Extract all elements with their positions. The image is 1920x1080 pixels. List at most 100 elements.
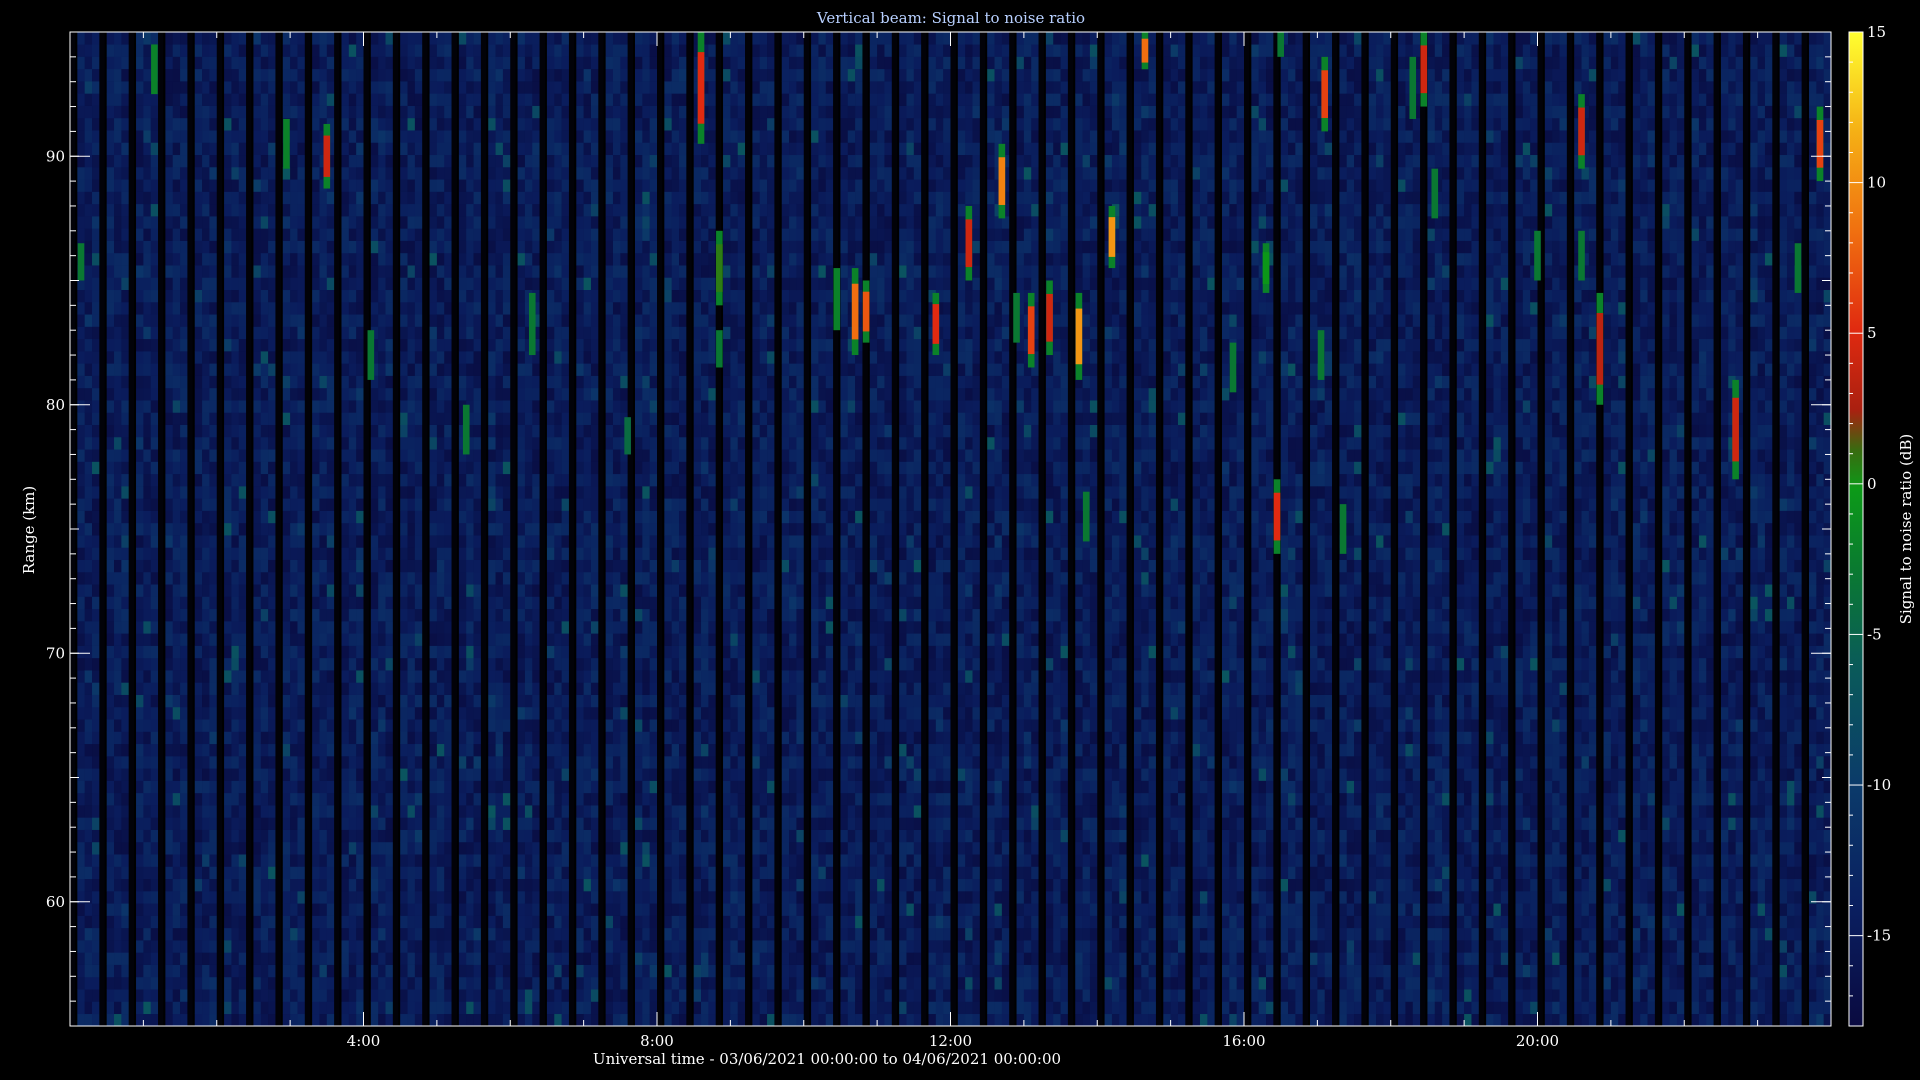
noise-cell — [400, 891, 408, 904]
noise-cell — [502, 105, 511, 119]
noise-cell — [400, 412, 408, 425]
noise-cell — [165, 854, 174, 867]
noise-cell — [642, 338, 650, 352]
noise-cell — [231, 510, 240, 524]
noise-cell — [414, 449, 423, 462]
noise-cell — [268, 32, 276, 45]
noise-cell — [517, 56, 526, 70]
noise-cell — [642, 203, 650, 217]
noise-cell — [495, 792, 504, 806]
noise-cell — [532, 473, 540, 487]
noise-cell — [517, 805, 526, 818]
noise-cell — [436, 608, 445, 622]
noise-cell — [77, 559, 85, 573]
noise-cell — [620, 866, 628, 880]
noise-cell — [605, 571, 614, 585]
noise-cell — [590, 1013, 599, 1027]
noise-cell — [172, 510, 181, 524]
noise-cell — [150, 486, 159, 499]
noise-cell — [488, 32, 496, 45]
noise-cell — [612, 68, 621, 82]
noise-cell — [326, 301, 335, 315]
noise-cell — [473, 510, 482, 524]
noise-cell — [649, 436, 658, 450]
noise-cell — [495, 473, 504, 487]
noise-cell — [532, 424, 540, 438]
noise-cell — [341, 130, 350, 143]
noise-cell — [605, 203, 614, 217]
noise-cell — [348, 81, 357, 94]
noise-cell — [407, 670, 416, 683]
noise-cell — [649, 1013, 658, 1027]
noise-cell — [385, 731, 394, 745]
noise-cell — [576, 117, 584, 131]
noise-cell — [488, 142, 496, 156]
noise-cell — [326, 240, 335, 254]
noise-cell — [356, 68, 364, 82]
noise-cell — [378, 44, 386, 57]
noise-cell — [502, 854, 511, 867]
noise-cell — [407, 559, 416, 573]
noise-cell — [194, 277, 203, 291]
noise-cell — [238, 473, 247, 487]
noise-cell — [502, 645, 511, 659]
noise-cell — [605, 424, 614, 438]
noise-cell — [282, 952, 291, 965]
noise-cell — [370, 44, 379, 57]
noise-cell — [502, 903, 511, 916]
noise-cell — [326, 841, 335, 855]
noise-cell — [312, 400, 320, 413]
noise-cell — [209, 608, 218, 622]
noise-cell — [407, 854, 416, 867]
noise-cell — [84, 142, 93, 156]
noise-cell — [253, 351, 262, 364]
noise-cell — [136, 596, 144, 610]
noise-cell — [407, 265, 416, 278]
noise-cell — [378, 265, 386, 278]
noise-cell — [312, 142, 320, 156]
noise-cell — [231, 829, 240, 843]
noise-cell — [488, 93, 496, 106]
noise-cell — [231, 633, 240, 646]
noise-cell — [297, 117, 306, 131]
noise-cell — [77, 228, 85, 241]
noise-cell — [282, 277, 291, 291]
noise-cell — [400, 510, 408, 524]
noise-cell — [612, 93, 621, 106]
noise-cell — [429, 829, 438, 843]
noise-cell — [517, 117, 526, 131]
noise-cell — [554, 817, 562, 830]
noise-cell — [385, 522, 394, 536]
noise-cell — [554, 682, 562, 695]
noise-cell — [348, 56, 357, 70]
noise-cell — [502, 32, 511, 45]
noise-cell — [634, 670, 643, 683]
noise-cell — [348, 179, 357, 192]
noise-cell — [282, 670, 291, 683]
noise-cell — [495, 142, 504, 156]
noise-cell — [436, 473, 445, 487]
noise-cell — [268, 559, 276, 573]
noise-cell — [121, 989, 129, 1002]
noise-cell — [532, 81, 540, 94]
noise-cell — [77, 44, 85, 57]
noise-cell — [172, 719, 181, 732]
noise-cell — [319, 338, 328, 352]
noise-cell — [649, 964, 658, 978]
noise-cell — [209, 301, 218, 315]
noise-cell — [238, 657, 247, 671]
noise-cell — [319, 608, 328, 622]
noise-cell — [290, 780, 298, 794]
noise-cell — [231, 289, 240, 303]
noise-cell — [414, 878, 423, 892]
noise-cell — [348, 252, 357, 266]
noise-cell — [466, 817, 474, 830]
noise-cell — [106, 375, 115, 389]
noise-cell — [436, 154, 445, 168]
noise-cell — [356, 265, 364, 278]
noise-cell — [121, 952, 129, 965]
noise-cell — [194, 596, 203, 610]
noise-cell — [554, 191, 562, 205]
noise-cell — [172, 645, 181, 659]
noise-cell — [612, 486, 621, 499]
